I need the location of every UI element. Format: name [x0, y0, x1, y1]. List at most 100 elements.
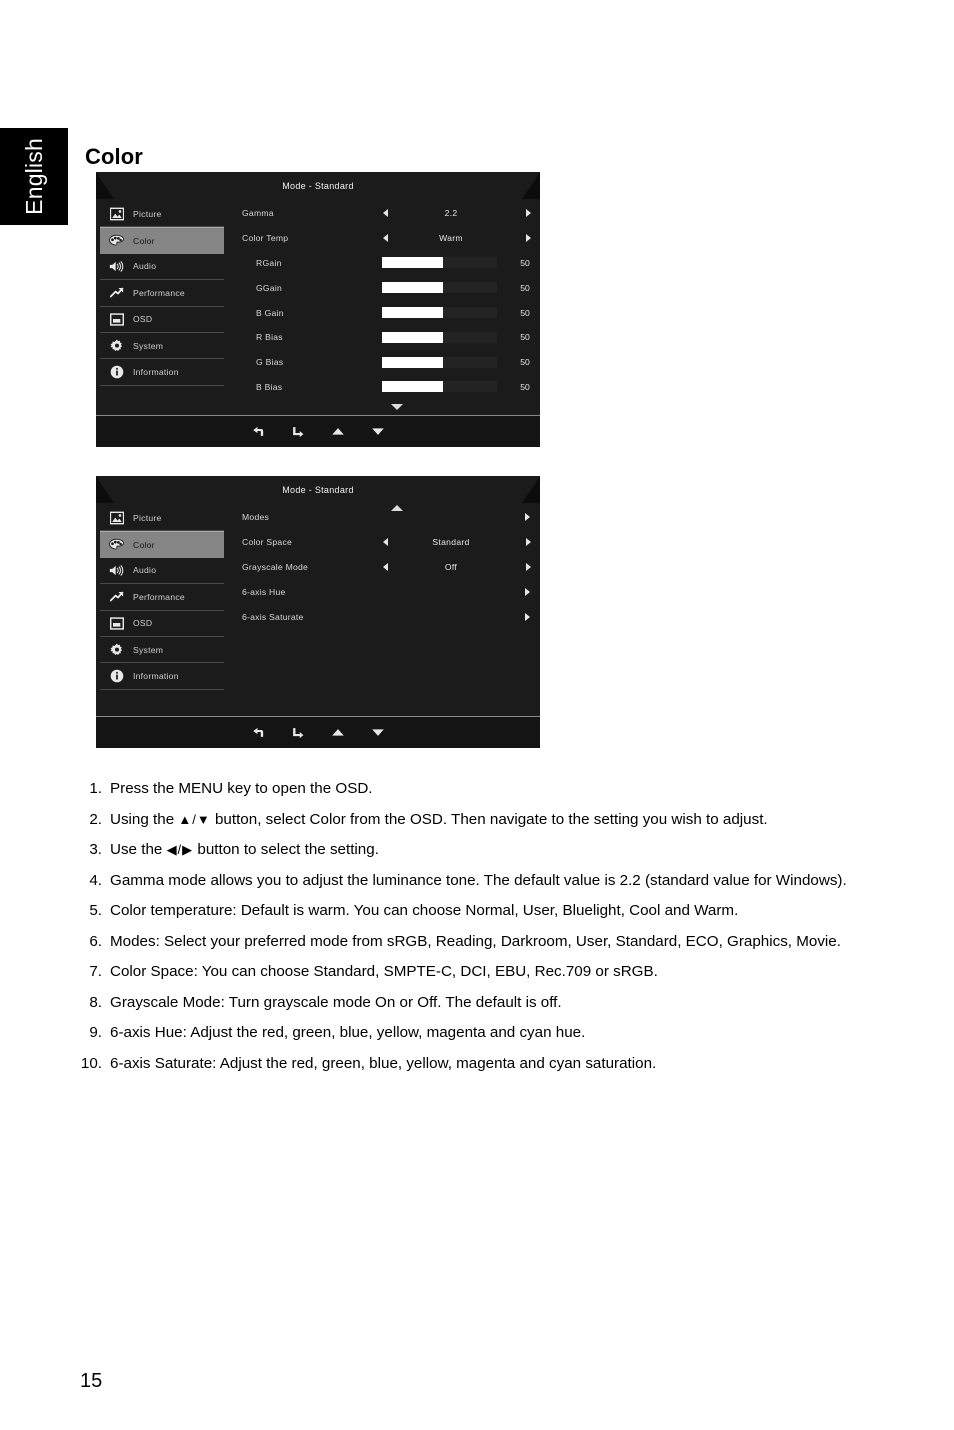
setting-row-modes[interactable]: Modes — [228, 505, 540, 530]
chevron-left-icon — [382, 209, 388, 218]
slider-fill — [382, 257, 443, 269]
footer-up-arrow-icon[interactable] — [331, 725, 346, 740]
footer-up-arrow-icon[interactable] — [331, 424, 346, 439]
setting-label: Color Temp — [242, 233, 289, 244]
increment-arrow-color-temp[interactable] — [510, 234, 540, 243]
sidebar-item-color[interactable]: Color — [100, 531, 224, 558]
instruction-text: 6-axis Saturate: Adjust the red, green, … — [110, 1054, 657, 1072]
footer-back-arrow-icon[interactable] — [251, 725, 266, 740]
setting-row-6-axis-saturate[interactable]: 6-axis Saturate — [228, 604, 540, 629]
instruction-text-before: Use the — [110, 841, 167, 859]
footer-enter-arrow-icon[interactable] — [291, 424, 306, 439]
setting-row-g-bias[interactable]: G Bias 50 — [228, 350, 540, 375]
slider-b-gain[interactable] — [382, 307, 497, 319]
setting-row-b-gain[interactable]: B Gain 50 — [228, 300, 540, 325]
page-title: Color — [85, 143, 143, 169]
instruction-text: 6-axis Hue: Adjust the red, green, blue,… — [110, 1024, 586, 1042]
instruction-body: Grayscale Mode: Turn grayscale mode On o… — [110, 993, 878, 1014]
footer-enter-arrow-icon[interactable] — [291, 725, 306, 740]
setting-label: Modes — [242, 512, 270, 523]
slider-fill — [382, 381, 443, 393]
instruction-button-glyph: ◀/▶ — [166, 842, 194, 858]
osd-menu-color-page-1: Mode - Standard Picture Color Audio Performa… — [96, 172, 540, 447]
scroll-down-indicator[interactable] — [391, 404, 403, 410]
sidebar-item-osd[interactable]: OSD — [100, 307, 224, 333]
osd-sidebar: Picture Color Audio Performance OSD System Inf… — [96, 199, 228, 447]
info-icon — [109, 365, 124, 380]
sidebar-item-picture[interactable]: Picture — [100, 505, 224, 532]
sidebar-item-label: OSD — [133, 618, 153, 629]
sidebar-item-color[interactable]: Color — [100, 227, 224, 254]
chevron-left-icon — [382, 538, 388, 547]
instruction-number: 2. — [89, 810, 102, 828]
sidebar-item-information[interactable]: Information — [100, 663, 224, 690]
instruction-body: Use the ◀/▶ button to select the setting… — [110, 840, 878, 861]
sidebar-item-audio[interactable]: Audio — [100, 254, 224, 281]
decrement-arrow-color-temp[interactable] — [378, 234, 392, 243]
slider-g-bias[interactable] — [382, 356, 497, 368]
sidebar-item-label: Performance — [133, 591, 185, 602]
footer-down-arrow-icon[interactable] — [371, 424, 386, 439]
instruction-text-before: Using the — [110, 810, 179, 828]
setting-label: Grayscale Mode — [242, 561, 309, 572]
slider-fill — [382, 282, 443, 294]
sidebar-item-label: Information — [133, 671, 179, 682]
instruction-body: 6-axis Saturate: Adjust the red, green, … — [110, 1054, 878, 1075]
sidebar-item-label: System — [133, 340, 164, 351]
slider-ggain[interactable] — [382, 282, 497, 294]
setting-row-b-bias[interactable]: B Bias 50 — [228, 375, 540, 400]
slider-r-bias[interactable] — [382, 331, 497, 343]
increment-arrow-grayscale-mode[interactable] — [510, 562, 540, 571]
setting-row-rgain[interactable]: RGain 50 — [228, 251, 540, 276]
chevron-left-icon — [382, 562, 388, 571]
instruction-body: Modes: Select your preferred mode from s… — [110, 932, 878, 953]
sidebar-item-picture[interactable]: Picture — [100, 201, 224, 228]
sidebar-item-label: Picture — [133, 512, 162, 523]
setting-row-6-axis-hue[interactable]: 6-axis Hue — [228, 579, 540, 604]
setting-label: 6-axis Hue — [242, 586, 286, 597]
sidebar-item-performance[interactable]: Performance — [100, 280, 224, 307]
gear-icon — [109, 642, 124, 657]
increment-arrow-color-space[interactable] — [510, 538, 540, 547]
sidebar-item-audio[interactable]: Audio — [100, 558, 224, 585]
sidebar-item-osd[interactable]: OSD — [100, 611, 224, 637]
decrement-arrow-gamma[interactable] — [378, 209, 392, 218]
slider-fill — [382, 356, 443, 368]
setting-label: R Bias — [256, 332, 283, 343]
setting-row-ggain[interactable]: GGain 50 — [228, 275, 540, 300]
sidebar-item-label: Color — [133, 539, 155, 550]
sidebar-item-label: Performance — [133, 287, 185, 298]
osd-settings-panel: Modes Color Space Standard Grayscale Mode Of… — [228, 503, 540, 748]
footer-back-arrow-icon[interactable] — [251, 424, 266, 439]
sidebar-item-system[interactable]: System — [100, 333, 224, 360]
setting-row-color-space[interactable]: Color Space Standard — [228, 530, 540, 555]
instruction-item: 9. 6-axis Hue: Adjust the red, green, blu… — [78, 1023, 878, 1044]
decrement-arrow-grayscale-mode[interactable] — [378, 562, 392, 571]
setting-label: Color Space — [242, 537, 293, 548]
setting-row-color-temp[interactable]: Color Temp Warm — [228, 226, 540, 251]
footer-down-arrow-icon[interactable] — [371, 725, 386, 740]
sidebar-item-label: Audio — [133, 261, 157, 272]
instruction-text: Grayscale Mode: Turn grayscale mode On o… — [110, 993, 562, 1011]
gear-icon — [109, 338, 124, 353]
slider-rgain[interactable] — [382, 257, 497, 269]
setting-row-r-bias[interactable]: R Bias 50 — [228, 325, 540, 350]
setting-row-grayscale-mode[interactable]: Grayscale Mode Off — [228, 555, 540, 580]
increment-arrow-gamma[interactable] — [510, 209, 540, 218]
setting-label: B Gain — [256, 307, 284, 318]
instruction-number: 5. — [89, 902, 102, 920]
instruction-text: Modes: Select your preferred mode from s… — [110, 932, 841, 950]
setting-label: Gamma — [242, 208, 274, 219]
palette-icon — [109, 537, 124, 552]
decrement-arrow-color-space[interactable] — [378, 538, 392, 547]
setting-row-gamma[interactable]: Gamma 2.2 — [228, 201, 540, 226]
sidebar-item-performance[interactable]: Performance — [100, 584, 224, 611]
slider-b-bias[interactable] — [382, 381, 497, 393]
instruction-number: 9. — [89, 1024, 102, 1042]
instruction-body: Color Space: You can choose Standard, SM… — [110, 962, 878, 983]
osd-footer — [96, 716, 540, 748]
sidebar-item-information[interactable]: Information — [100, 359, 224, 386]
sidebar-item-system[interactable]: System — [100, 637, 224, 664]
sidebar-item-label: OSD — [133, 314, 153, 325]
scroll-up-indicator[interactable] — [391, 505, 403, 511]
